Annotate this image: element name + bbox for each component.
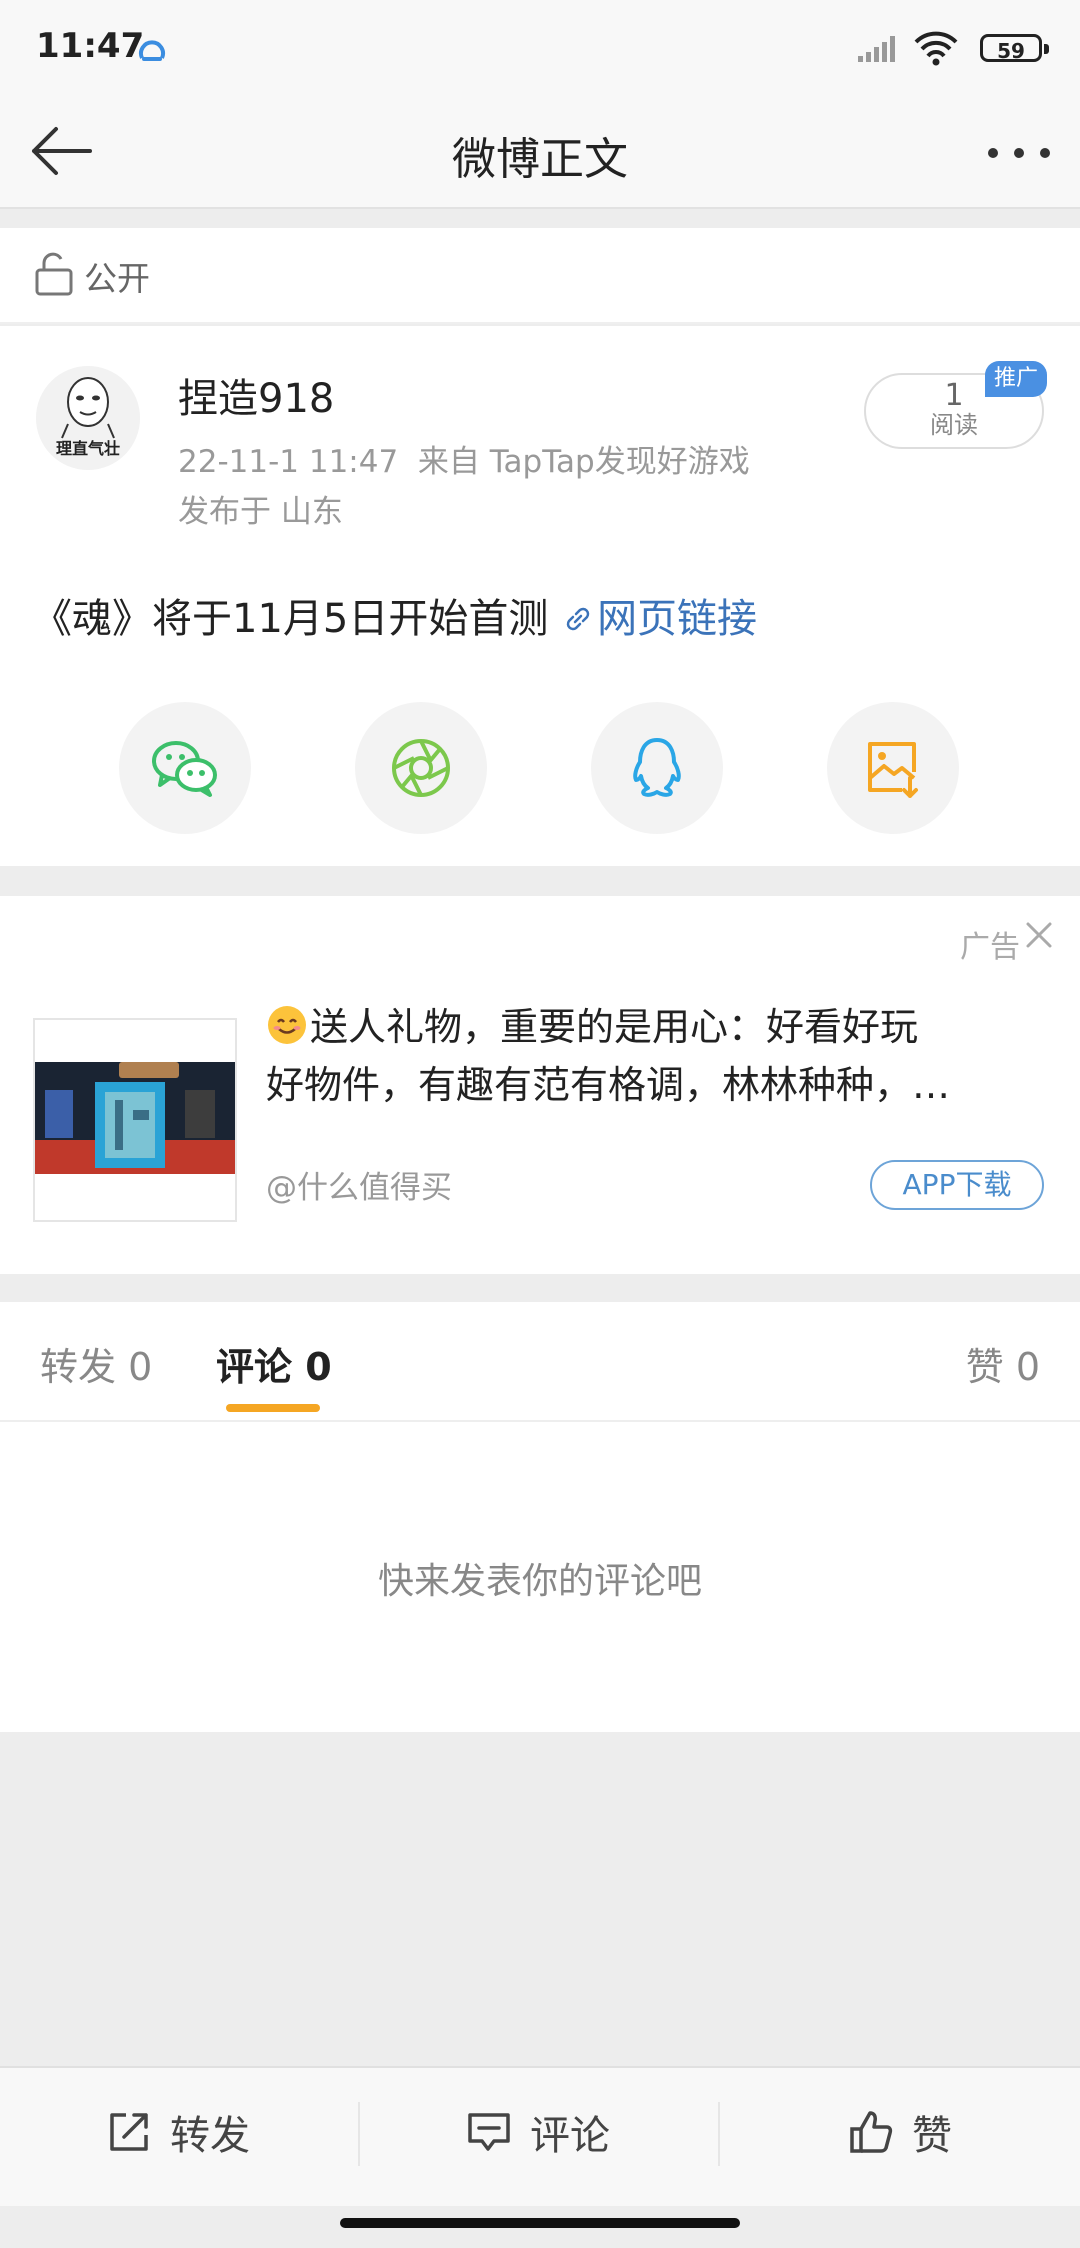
web-link-label: 网页链接 [597,596,758,642]
ad-title-line-2[interactable]: 好物件，有趣有范有格调，林林种种，… [266,1054,950,1109]
like-button[interactable]: 赞 [848,2102,952,2162]
avatar[interactable]: 理直气壮 [36,366,140,470]
save-image-button[interactable] [827,702,959,834]
like-label: 赞 [912,2113,952,2159]
active-tab-indicator [226,1404,320,1412]
wechat-icon [152,741,217,797]
share-icon [110,2113,148,2151]
ad-thumbnail[interactable] [33,1018,237,1222]
tab-comment[interactable]: 评论 0 [216,1336,332,1391]
ad-card[interactable]: 广告 送人礼物，重要的是用心：好看好玩 好物件，有趣有范有格调，林林种种，… @… [0,896,1080,1274]
ad-title-line-1[interactable]: 送人礼物，重要的是用心：好看好玩 [266,996,918,1051]
author-name[interactable]: 捏造918 [178,366,334,424]
share-qq-button[interactable] [591,702,723,834]
app-notification-icon [138,36,166,68]
battery-indicator: 59 [980,34,1049,63]
ad-title-line-1-text: 送人礼物，重要的是用心：好看好玩 [310,1005,919,1049]
qq-icon [633,738,681,797]
top-nav-bar: 微博正文 [0,95,1080,209]
status-bar: 11:47 59 [0,0,1080,95]
divider [358,2102,360,2166]
post-card: 理直气壮 捏造918 22-11-1 11:47 来自 TapTap发现好游戏 … [0,326,1080,866]
comment-icon [468,2113,510,2151]
share-wechat-button[interactable] [119,702,251,834]
unlock-icon [34,252,74,300]
comment-button[interactable]: 评论 [466,2102,610,2162]
share-moments-button[interactable] [355,702,487,834]
divider [718,2102,720,2166]
repost-label: 转发 [170,2113,250,2159]
avatar-caption: 理直气壮 [56,439,120,458]
thumbs-up-icon [850,2111,893,2153]
ad-source: @什么值得买 [266,1170,452,1206]
moments-icon [392,739,450,797]
page-title: 微博正文 [452,134,628,185]
app-download-button[interactable]: APP下载 [870,1160,1044,1210]
read-label: 阅读 [930,411,978,439]
smile-emoji-icon [268,1006,306,1044]
save-image-icon [868,742,918,798]
empty-comments-text: 快来发表你的评论吧 [377,1561,702,1602]
tab-repost[interactable]: 转发 0 [40,1336,152,1391]
comments-section: 快来发表你的评论吧 [0,1422,1080,1732]
comment-label: 评论 [530,2113,610,2159]
home-indicator[interactable] [340,2218,740,2228]
post-body: 《魂》将于11月5日开始首测 网页链接 [32,586,757,644]
more-options-icon[interactable] [986,145,1052,164]
link-icon [566,607,590,631]
ad-tag: 广告 [960,930,1020,965]
interaction-tabs: 转发 0 评论 0 赞 0 [0,1302,1080,1422]
signal-icon [858,34,902,68]
visibility-label: 公开 [84,259,150,298]
repost-button[interactable]: 转发 [106,2102,250,2162]
close-icon[interactable] [1024,920,1054,954]
wifi-icon [914,30,958,70]
web-link[interactable]: 网页链接 [561,596,757,642]
post-meta: 22-11-1 11:47 来自 TapTap发现好游戏 [178,444,750,480]
visibility-row: 公开 [0,228,1080,324]
post-text: 《魂》将于11月5日开始首测 [32,596,562,642]
tab-like[interactable]: 赞 0 [966,1336,1040,1391]
bottom-action-bar: 转发 评论 赞 [0,2066,1080,2206]
status-time: 11:47 [36,26,145,66]
promo-badge: 推广 [985,361,1047,397]
post-location: 发布于 山东 [178,494,343,530]
